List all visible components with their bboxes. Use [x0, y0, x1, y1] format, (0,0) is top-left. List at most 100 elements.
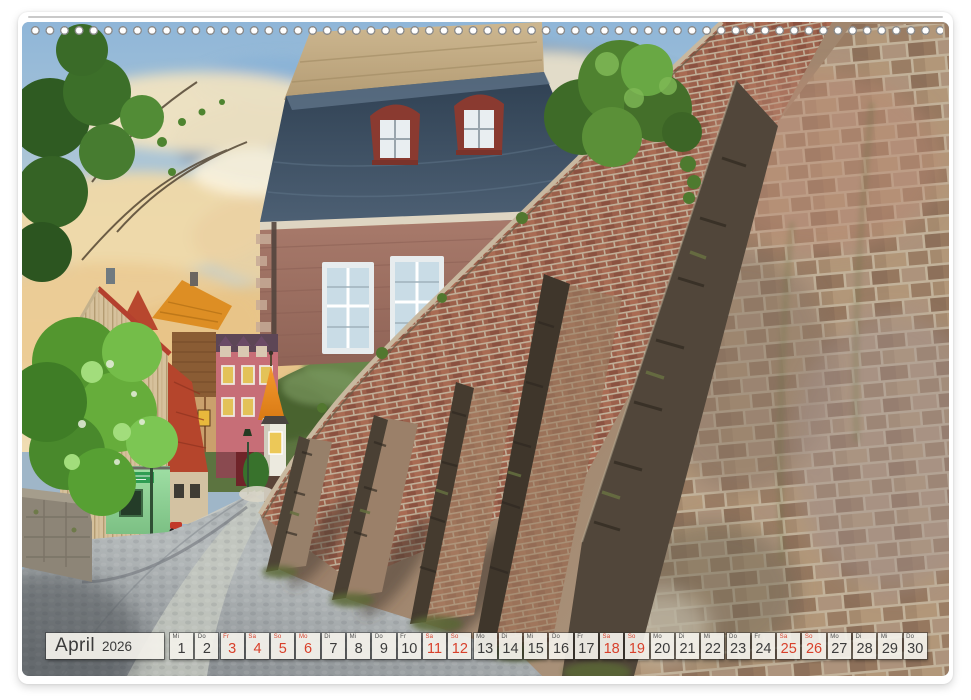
day-weekday: So — [628, 634, 636, 640]
day-number: 26 — [802, 641, 825, 657]
day-weekday: Di — [501, 634, 507, 640]
bush — [243, 452, 269, 492]
day-number: 29 — [878, 641, 901, 657]
binding-holes — [28, 24, 943, 37]
calendar-photo: April 2026 Mi 1 Do 2 Fr 3 Sa 4 So 5 — [22, 22, 949, 676]
day-cell: Mi 29 — [878, 633, 901, 659]
day-number: 6 — [296, 641, 319, 657]
day-cell: Fr 3 — [221, 633, 244, 659]
day-number: 5 — [271, 641, 294, 657]
day-number: 21 — [676, 641, 699, 657]
day-number: 14 — [499, 641, 522, 657]
day-cell: Mo 27 — [828, 633, 851, 659]
day-weekday: Do — [729, 634, 737, 640]
day-cell: Sa 4 — [246, 633, 269, 659]
day-weekday: Mi — [350, 634, 357, 640]
day-number: 18 — [600, 641, 623, 657]
day-cell: Sa 11 — [423, 633, 446, 659]
day-weekday: Do — [375, 634, 383, 640]
day-number: 17 — [575, 641, 598, 657]
day-weekday: Di — [856, 634, 862, 640]
day-number: 23 — [727, 641, 750, 657]
day-cell: Di 14 — [499, 633, 522, 659]
day-number: 28 — [853, 641, 876, 657]
day-weekday: Mo — [830, 634, 839, 640]
day-cell: Di 28 — [853, 633, 876, 659]
day-strip: Mi 1 Do 2 Fr 3 Sa 4 So 5 Mo 6 — [170, 633, 927, 659]
month-label: April 2026 — [46, 633, 164, 659]
day-cell: Mo 6 — [296, 633, 319, 659]
year: 2026 — [102, 639, 132, 654]
day-weekday: Mi — [173, 634, 180, 640]
day-weekday: Mo — [653, 634, 662, 640]
month-name: April — [55, 633, 95, 658]
day-number: 4 — [246, 641, 269, 657]
day-cell: Di 21 — [676, 633, 699, 659]
day-cell: So 12 — [448, 633, 471, 659]
day-weekday: Fr — [577, 634, 583, 640]
day-number: 24 — [752, 641, 775, 657]
calendar-page: April 2026 Mi 1 Do 2 Fr 3 Sa 4 So 5 — [18, 12, 953, 684]
day-weekday: Sa — [780, 634, 788, 640]
facade-window — [322, 262, 374, 354]
day-number: 9 — [372, 641, 395, 657]
day-cell: Do 16 — [549, 633, 572, 659]
day-number: 12 — [448, 641, 471, 657]
day-number: 16 — [549, 641, 572, 657]
dormer-window — [370, 104, 420, 165]
day-cell: So 19 — [625, 633, 648, 659]
day-cell: Do 23 — [727, 633, 750, 659]
day-weekday: Fr — [754, 634, 760, 640]
day-weekday: Mi — [704, 634, 711, 640]
day-cell: Do 9 — [372, 633, 395, 659]
calendar-strip: April 2026 Mi 1 Do 2 Fr 3 Sa 4 So 5 — [22, 633, 949, 659]
day-cell: Mi 22 — [701, 633, 724, 659]
day-number: 2 — [195, 641, 218, 657]
day-weekday: Di — [678, 634, 684, 640]
day-number: 11 — [423, 641, 446, 657]
day-weekday: Fr — [223, 634, 229, 640]
day-cell: Mo 13 — [474, 633, 497, 659]
day-cell: So 5 — [271, 633, 294, 659]
dormer-window — [454, 94, 504, 155]
day-weekday: So — [451, 634, 459, 640]
day-number: 30 — [904, 641, 927, 657]
day-number: 8 — [347, 641, 370, 657]
day-weekday: Mi — [527, 634, 534, 640]
day-weekday: So — [274, 634, 282, 640]
day-weekday: Sa — [425, 634, 433, 640]
day-weekday: So — [805, 634, 813, 640]
day-weekday: Fr — [400, 634, 406, 640]
day-weekday: Mo — [299, 634, 308, 640]
day-number: 13 — [474, 641, 497, 657]
day-cell: Mo 20 — [651, 633, 674, 659]
day-number: 27 — [828, 641, 851, 657]
day-cell: Fr 10 — [398, 633, 421, 659]
day-weekday: Di — [324, 634, 330, 640]
day-cell: Sa 18 — [600, 633, 623, 659]
day-number: 7 — [322, 641, 345, 657]
day-weekday: Do — [906, 634, 914, 640]
day-cell: Di 7 — [322, 633, 345, 659]
day-number: 19 — [625, 641, 648, 657]
day-cell: Do 2 — [195, 633, 218, 659]
day-cell: Do 30 — [904, 633, 927, 659]
day-cell: Fr 17 — [575, 633, 598, 659]
day-number: 15 — [524, 641, 547, 657]
day-weekday: Mi — [881, 634, 888, 640]
day-weekday: Do — [198, 634, 206, 640]
day-cell: Mi 8 — [347, 633, 370, 659]
day-number: 25 — [777, 641, 800, 657]
photo-art — [22, 22, 949, 676]
day-weekday: Sa — [248, 634, 256, 640]
day-weekday: Mo — [476, 634, 485, 640]
day-number: 22 — [701, 641, 724, 657]
day-number: 1 — [170, 641, 193, 657]
day-cell: So 26 — [802, 633, 825, 659]
day-weekday: Sa — [603, 634, 611, 640]
day-number: 3 — [221, 641, 244, 657]
day-number: 20 — [651, 641, 674, 657]
day-cell: Mi 1 — [170, 633, 193, 659]
day-cell: Mi 15 — [524, 633, 547, 659]
wire-binding-bar — [28, 16, 943, 18]
